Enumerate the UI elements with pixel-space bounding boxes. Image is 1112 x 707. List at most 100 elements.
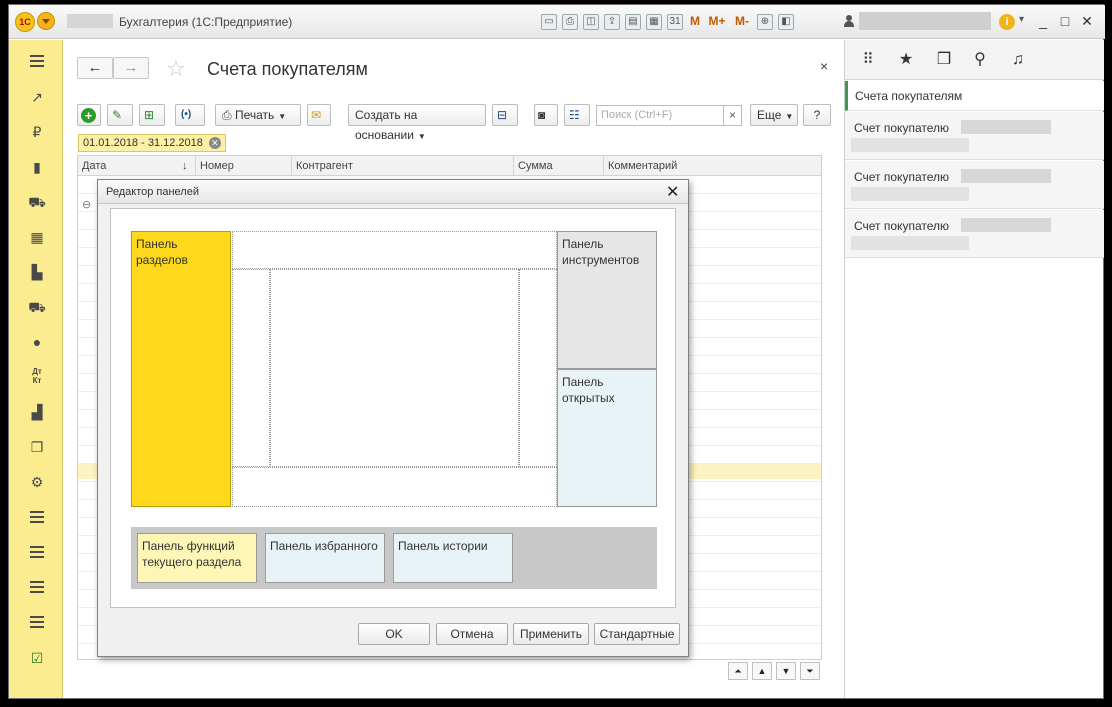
calendar-icon[interactable]: 31 bbox=[667, 14, 683, 30]
panel-functions[interactable]: Панель функций текущего раздела bbox=[137, 533, 257, 583]
page-up-button[interactable]: ▲ bbox=[752, 662, 772, 680]
create-button[interactable]: + bbox=[77, 104, 101, 126]
plus-icon: + bbox=[81, 108, 96, 124]
memory-m-plus-button[interactable]: M+ bbox=[707, 14, 727, 30]
gear-icon[interactable]: ⚙ bbox=[28, 473, 46, 491]
redacted-text bbox=[961, 169, 1051, 183]
tree-toggle-icon[interactable]: ⊖ bbox=[82, 198, 91, 211]
zoom-icon[interactable]: ⊕ bbox=[757, 14, 773, 30]
panel-favorites[interactable]: Панель избранного bbox=[265, 533, 385, 583]
memory-m-button[interactable]: M bbox=[688, 14, 702, 30]
cart-icon[interactable]: ⛟ bbox=[28, 193, 46, 211]
bar-chart-icon[interactable]: ▟ bbox=[28, 403, 46, 421]
panels-icon[interactable]: ◧ bbox=[778, 14, 794, 30]
period-filter[interactable]: 01.01.2018 - 31.12.2018 ✕ bbox=[78, 134, 226, 152]
column-comment[interactable]: Комментарий bbox=[604, 156, 821, 176]
column-contractor[interactable]: Контрагент bbox=[292, 156, 514, 176]
docs-icon[interactable]: ❐ bbox=[28, 438, 46, 456]
exchange-button[interactable]: (•) bbox=[175, 104, 205, 126]
cancel-button[interactable]: Отмена bbox=[436, 623, 508, 645]
drop-zone-right[interactable] bbox=[519, 269, 557, 467]
task-icon[interactable]: ☑ bbox=[28, 649, 46, 667]
doc-icon[interactable]: ▤ bbox=[625, 14, 641, 30]
factory-icon[interactable]: ▙ bbox=[28, 263, 46, 281]
copy-button[interactable]: ⊞ bbox=[139, 104, 165, 126]
main-menu-button[interactable] bbox=[37, 12, 55, 30]
grid-menu-icon[interactable]: ⠿ bbox=[859, 51, 877, 69]
search-icon[interactable]: ⚲ bbox=[971, 51, 989, 69]
edit-list-icon: ☷ bbox=[569, 108, 580, 122]
ok-button[interactable]: OK bbox=[358, 623, 430, 645]
structure-button[interactable]: ⊟ bbox=[492, 104, 518, 126]
column-date[interactable]: Дата ↓ bbox=[78, 156, 196, 176]
info-icon[interactable]: i bbox=[999, 14, 1015, 30]
bell-icon[interactable]: ♫ bbox=[1009, 51, 1027, 69]
close-form-button[interactable]: × bbox=[820, 58, 828, 74]
minimize-button[interactable]: _ bbox=[1033, 11, 1053, 31]
truck-icon[interactable]: ⛟ bbox=[28, 298, 46, 316]
redacted-text bbox=[961, 120, 1051, 134]
edit-button[interactable]: ✎ bbox=[107, 104, 133, 126]
to-start-button[interactable]: ⏶ bbox=[728, 662, 748, 680]
clear-filter-icon[interactable]: ✕ bbox=[208, 137, 221, 149]
back-button[interactable]: ← bbox=[77, 57, 113, 79]
history-icon[interactable]: ❒ bbox=[935, 51, 953, 69]
help-button[interactable]: ? bbox=[803, 104, 831, 126]
apply-button[interactable]: Применить bbox=[513, 623, 589, 645]
save-icon[interactable]: ▭ bbox=[541, 14, 557, 30]
right-panel-toolbar: ⠿ ★ ❒ ⚲ ♫ bbox=[845, 40, 1104, 80]
search-input[interactable]: Поиск (Ctrl+F) bbox=[596, 105, 724, 126]
email-button[interactable]: ✉ bbox=[307, 104, 331, 126]
grid-icon[interactable]: ▦ bbox=[28, 228, 46, 246]
chevron-down-icon[interactable]: ▾ bbox=[1019, 14, 1024, 25]
bag-icon[interactable]: ▮ bbox=[28, 158, 46, 176]
chart-icon[interactable]: ↗ bbox=[28, 88, 46, 106]
dialog-close-button[interactable]: ✕ bbox=[666, 182, 679, 202]
money-icon[interactable]: ₽ bbox=[28, 123, 46, 141]
settings-list-button[interactable]: ☷ bbox=[564, 104, 590, 126]
create-based-on-button[interactable]: Создать на основании ▼ bbox=[348, 104, 486, 142]
upload-icon[interactable]: ⇪ bbox=[604, 14, 620, 30]
list-icon[interactable] bbox=[30, 546, 44, 558]
1c-logo-icon[interactable]: 1С bbox=[15, 12, 35, 32]
menu-icon[interactable] bbox=[30, 55, 44, 67]
drop-zone-left[interactable] bbox=[232, 269, 270, 467]
user-icon[interactable]: ● bbox=[28, 333, 46, 351]
column-number[interactable]: Номер bbox=[196, 156, 292, 176]
standard-button[interactable]: Стандартные bbox=[594, 623, 680, 645]
right-panel: ⠿ ★ ❒ ⚲ ♫ Счета покупателям Счет покупат… bbox=[844, 40, 1104, 698]
print-button[interactable]: ⎙ Печать ▼ bbox=[215, 104, 301, 126]
panel-tools[interactable]: Панель инструментов bbox=[557, 231, 657, 369]
star-icon[interactable]: ★ bbox=[897, 51, 915, 69]
open-window-item[interactable]: Счет покупателю bbox=[845, 210, 1104, 258]
more-button[interactable]: Еще ▼ bbox=[750, 104, 798, 126]
open-window-active[interactable]: Счета покупателям bbox=[845, 81, 1104, 111]
preview-icon[interactable]: ◫ bbox=[583, 14, 599, 30]
memory-m-minus-button[interactable]: M- bbox=[732, 14, 752, 30]
pencil-icon: ✎ bbox=[112, 108, 123, 122]
window-title: Бухгалтерия (1С:Предприятие) bbox=[119, 15, 293, 29]
dialog-title-bar: Редактор панелей ✕ bbox=[98, 180, 688, 204]
drop-zone-top[interactable] bbox=[232, 231, 557, 269]
panel-open[interactable]: Панель открытых bbox=[557, 369, 657, 507]
search-clear-button[interactable]: × bbox=[724, 105, 742, 126]
forward-button[interactable]: → bbox=[113, 57, 149, 79]
drop-zone-bottom[interactable] bbox=[232, 467, 557, 507]
open-window-item[interactable]: Счет покупателю bbox=[845, 112, 1104, 160]
panel-sections[interactable]: Панель разделов bbox=[131, 231, 231, 507]
print-icon[interactable]: ⎙ bbox=[562, 14, 578, 30]
to-end-button[interactable]: ⏷ bbox=[800, 662, 820, 680]
list-icon[interactable] bbox=[30, 511, 44, 523]
column-sum[interactable]: Сумма bbox=[514, 156, 604, 176]
panel-history[interactable]: Панель истории bbox=[393, 533, 513, 583]
dt-kt-icon[interactable]: Дт Кт bbox=[28, 367, 46, 385]
report-button[interactable]: ◙ bbox=[534, 104, 558, 126]
close-window-button[interactable]: ✕ bbox=[1077, 11, 1097, 31]
page-down-button[interactable]: ▼ bbox=[776, 662, 796, 680]
maximize-button[interactable]: □ bbox=[1055, 11, 1075, 31]
calc-icon[interactable]: ▦ bbox=[646, 14, 662, 30]
favorite-star-icon[interactable]: ☆ bbox=[166, 56, 186, 82]
open-window-item[interactable]: Счет покупателю bbox=[845, 161, 1104, 209]
list-icon[interactable] bbox=[30, 616, 44, 628]
list-icon[interactable] bbox=[30, 581, 44, 593]
